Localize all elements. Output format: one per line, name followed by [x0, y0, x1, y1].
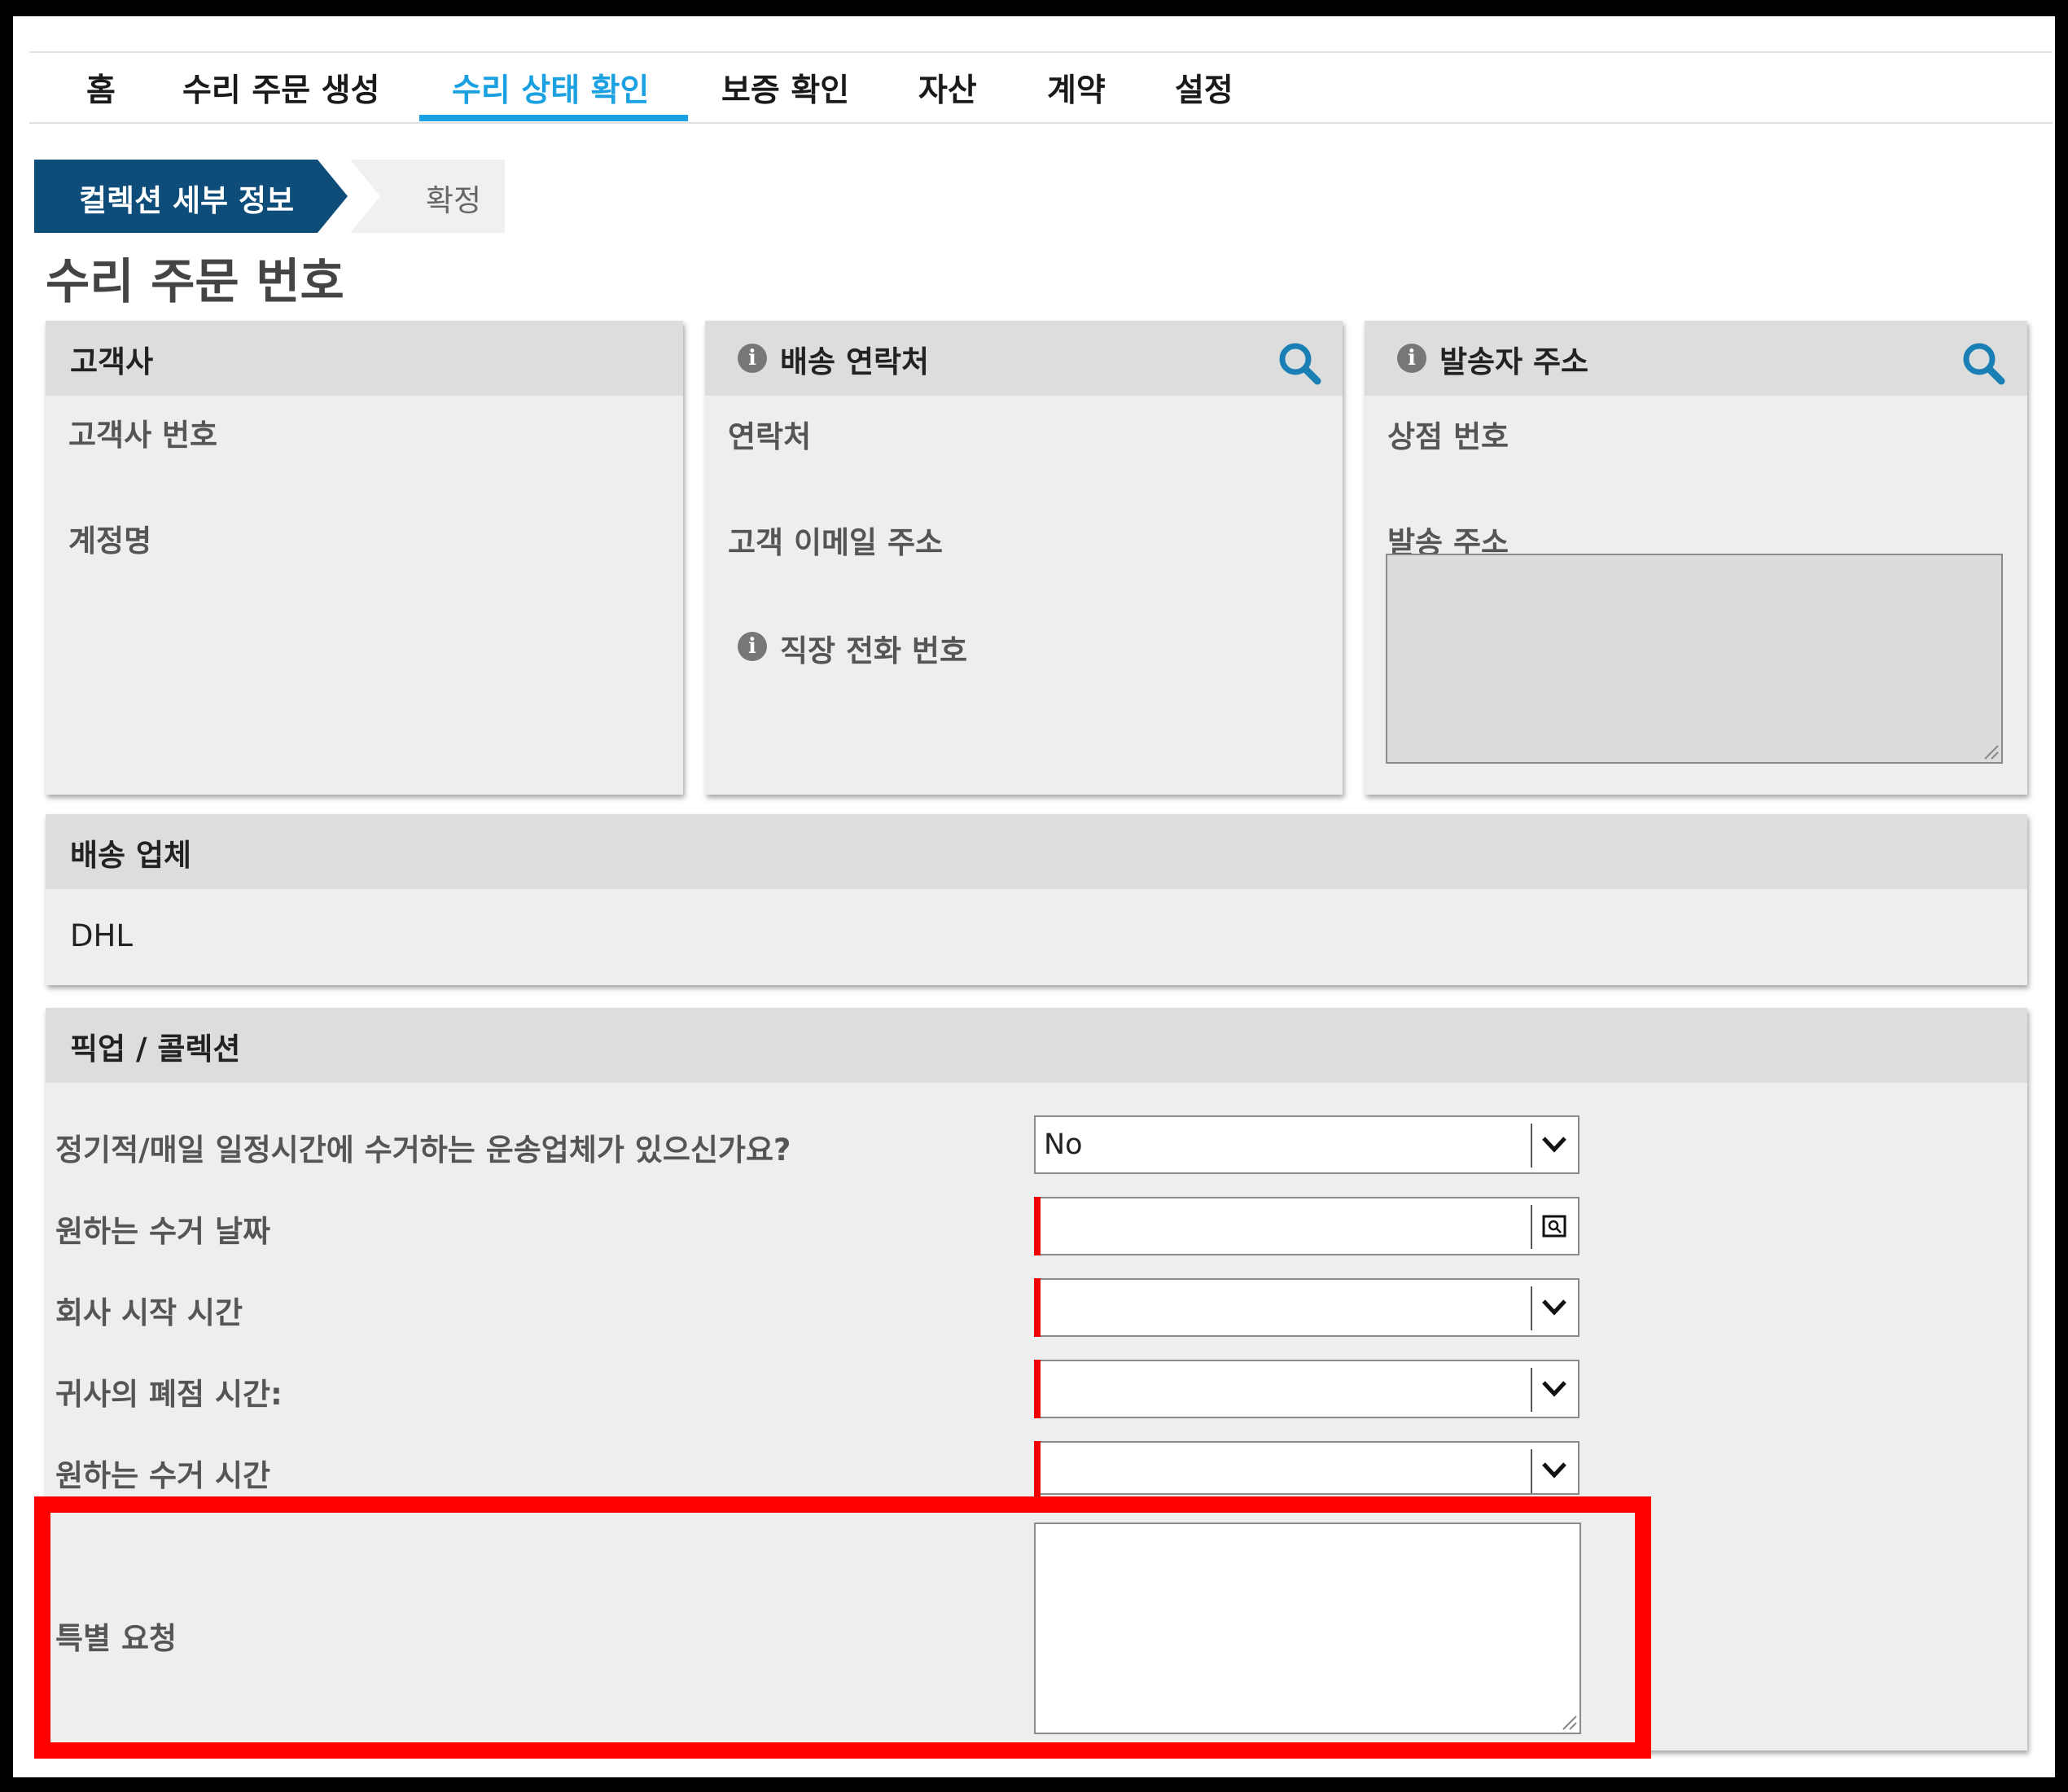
scheduled-carrier-select[interactable]: No [1034, 1115, 1579, 1174]
office-open-time-label: 회사 시작 시간 [55, 1295, 243, 1330]
active-tab-indicator [419, 115, 688, 121]
customer-number-label: 고객사 번호 [68, 418, 218, 453]
shipping-contact-panel: i 배송 연락처 연락처 고객 이메일 주소 i 직장 전화 번호 [705, 321, 1343, 795]
divider [1531, 1368, 1532, 1412]
nav-warranty-check[interactable]: 보증 확인 [721, 65, 849, 109]
divider [1531, 1286, 1532, 1330]
store-number-label: 상점 번호 [1387, 419, 1509, 454]
chevron-down-icon[interactable] [1540, 1454, 1568, 1487]
divider [1531, 1124, 1532, 1168]
info-icon: i [738, 344, 767, 373]
resize-grip-icon[interactable] [1980, 741, 2000, 760]
pickup-time-select[interactable] [1034, 1441, 1579, 1500]
panel-title: 발송자 주소 [1439, 344, 1589, 379]
customer-email-label: 고객 이메일 주소 [728, 525, 944, 560]
calendar-search-icon[interactable] [1540, 1210, 1568, 1242]
work-phone-label: 직장 전화 번호 [780, 633, 968, 668]
carrier-panel: 배송 업체 DHL [46, 814, 2027, 985]
sender-address-panel: i 발송자 주소 상점 번호 발송 주소 [1365, 321, 2027, 795]
panel-title: 픽업 / 콜렉션 [70, 1032, 241, 1067]
chevron-down-icon[interactable] [1540, 1373, 1568, 1405]
panel-header: 고객사 [46, 321, 683, 396]
nav-create-repair-order[interactable]: 수리 주문 생성 [182, 65, 379, 109]
nav-divider [29, 122, 2053, 124]
panel-header: i 발송자 주소 [1365, 321, 2027, 396]
step-label: 확정 [426, 183, 482, 218]
panel-header: i 배송 연락처 [705, 321, 1343, 396]
panel-header: 배송 업체 [46, 814, 2027, 889]
search-icon[interactable] [1959, 339, 2008, 388]
page-title: 수리 주문 번호 [46, 253, 344, 309]
search-icon[interactable] [1275, 339, 1324, 388]
top-divider [29, 51, 2053, 53]
divider [1531, 1449, 1532, 1493]
closing-time-label: 귀사의 폐점 시간: [55, 1377, 283, 1412]
panel-title: 배송 연락처 [780, 344, 930, 379]
pickup-date-label: 원하는 수거 날짜 [55, 1214, 271, 1249]
nav-settings[interactable]: 설정 [1175, 65, 1233, 109]
select-value: No [1044, 1128, 1083, 1161]
ship-address-textarea[interactable] [1386, 554, 2003, 764]
panel-title: 배송 업체 [70, 838, 192, 873]
office-open-time-select[interactable] [1034, 1278, 1579, 1337]
nav-contracts[interactable]: 계약 [1047, 65, 1106, 109]
pickup-date-input[interactable] [1034, 1197, 1579, 1255]
nav-repair-status[interactable]: 수리 상태 확인 [452, 65, 649, 109]
step-label: 컬렉션 세부 정보 [79, 183, 295, 218]
customer-panel: 고객사 고객사 번호 계정명 [46, 321, 683, 795]
nav-home[interactable]: 홈 [86, 65, 116, 109]
step-collection-details[interactable]: 컬렉션 세부 정보 [34, 160, 348, 233]
contact-label: 연락처 [728, 419, 812, 454]
account-name-label: 계정명 [68, 524, 152, 559]
highlight-box [34, 1496, 1651, 1759]
info-icon: i [1397, 344, 1426, 373]
chevron-down-icon[interactable] [1540, 1291, 1568, 1324]
pickup-time-label: 원하는 수거 시간 [55, 1458, 271, 1493]
carrier-value: DHL [70, 918, 133, 953]
nav-assets[interactable]: 자산 [918, 65, 977, 109]
info-icon: i [738, 632, 767, 661]
scheduled-carrier-label: 정기적/매일 일정시간에 수거하는 운송업체가 있으신가요? [55, 1133, 791, 1168]
divider [1531, 1205, 1532, 1249]
chevron-down-icon[interactable] [1540, 1128, 1568, 1161]
panel-title: 고객사 [70, 344, 154, 379]
panel-header: 픽업 / 콜렉션 [46, 1008, 2027, 1083]
closing-time-select[interactable] [1034, 1360, 1579, 1418]
